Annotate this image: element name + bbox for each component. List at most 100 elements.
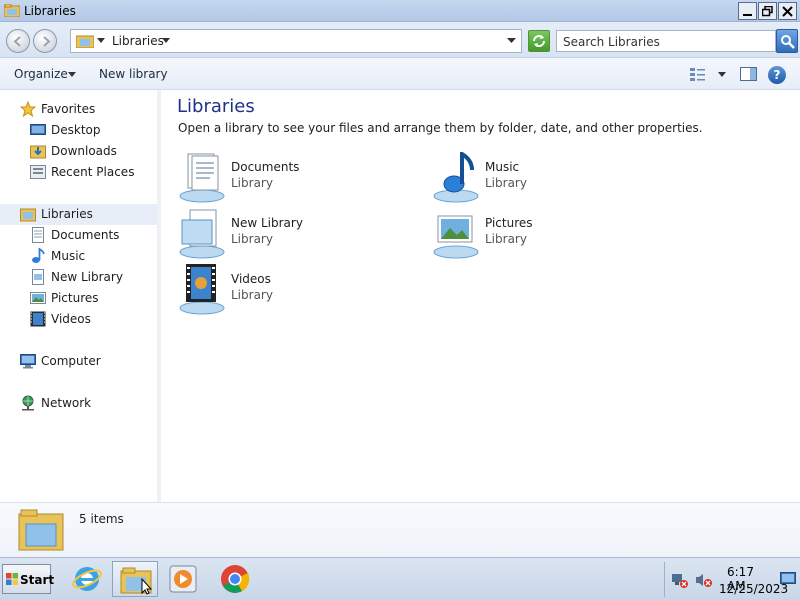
- libraries-icon: [20, 208, 36, 222]
- library-item-new-library[interactable]: New Library Library: [178, 208, 408, 260]
- help-icon[interactable]: ?: [768, 66, 786, 84]
- taskbar-internet-explorer[interactable]: [64, 561, 110, 597]
- system-tray: 6:17 AM 12/25/2023: [664, 562, 788, 597]
- windows-flag-icon: [6, 573, 18, 585]
- new-library-button[interactable]: New library: [99, 67, 168, 81]
- chevron-down-icon[interactable]: [97, 38, 105, 44]
- organize-menu[interactable]: Organize: [14, 67, 68, 81]
- back-arrow-icon: [13, 36, 21, 47]
- close-button[interactable]: [778, 2, 797, 20]
- library-name: Music: [485, 160, 520, 174]
- refresh-icon: [533, 35, 545, 47]
- address-bar[interactable]: Libraries: [70, 29, 522, 53]
- restore-button[interactable]: [758, 2, 777, 20]
- sidebar-item-label: New Library: [51, 270, 123, 284]
- close-icon: [782, 6, 793, 17]
- library-type: Library: [485, 176, 527, 190]
- taskbar: Start 6:17 AM 12/25/2023: [0, 557, 800, 600]
- chevron-down-icon[interactable]: [162, 38, 170, 44]
- sidebar-item-libraries[interactable]: Libraries: [0, 204, 157, 225]
- sidebar-item-label: Documents: [51, 228, 120, 242]
- search-input[interactable]: Search Libraries: [556, 30, 776, 52]
- library-name: New Library: [231, 216, 303, 230]
- library-item-music[interactable]: Music Library: [432, 152, 662, 204]
- library-type: Library: [231, 288, 273, 302]
- downloads-icon: [30, 145, 46, 159]
- taskbar-chrome[interactable]: [212, 561, 258, 597]
- search-icon: [781, 35, 795, 49]
- sidebar-item-label: Downloads: [51, 144, 117, 158]
- sidebar-item-computer[interactable]: Computer: [0, 351, 157, 372]
- back-button[interactable]: [6, 29, 30, 53]
- refresh-button[interactable]: [528, 30, 550, 52]
- start-button[interactable]: Start: [2, 564, 55, 594]
- sidebar-item-label: Pictures: [51, 291, 99, 305]
- libraries-icon: [4, 4, 20, 17]
- taskbar-media-player[interactable]: [160, 561, 206, 597]
- new-library-icon: [32, 269, 44, 285]
- library-item-documents[interactable]: Documents Library: [178, 152, 408, 204]
- internet-explorer-icon: [72, 567, 102, 591]
- sidebar-item-label: Libraries: [41, 207, 93, 221]
- chrome-icon: [221, 565, 250, 593]
- pictures-library-icon: [433, 215, 479, 259]
- details-pane: 5 items: [0, 502, 800, 557]
- desktop-icon: [30, 124, 46, 135]
- show-desktop-button[interactable]: [778, 562, 798, 597]
- star-icon: [20, 101, 36, 117]
- recent-places-icon: [30, 165, 46, 179]
- restore-icon: [762, 6, 773, 17]
- address-dropdown-icon[interactable]: [507, 38, 516, 44]
- library-name: Pictures: [485, 216, 533, 230]
- command-bar: Organize New library ?: [0, 58, 800, 90]
- change-view-icon[interactable]: [690, 67, 730, 81]
- sidebar-item-label: Music: [51, 249, 86, 263]
- library-type: Library: [231, 232, 273, 246]
- sidebar-item-label: Favorites: [41, 102, 96, 116]
- sidebar-item-favorites[interactable]: Favorites: [0, 99, 157, 120]
- page-subtitle: Open a library to see your files and arr…: [178, 121, 703, 135]
- network-icon: [22, 395, 34, 411]
- start-label: Start: [20, 573, 55, 587]
- search-placeholder: Search Libraries: [563, 35, 660, 49]
- library-item-pictures[interactable]: Pictures Library: [432, 208, 662, 260]
- sidebar-item-music[interactable]: Music: [0, 246, 157, 267]
- search-button[interactable]: [776, 29, 798, 53]
- sidebar-item-videos[interactable]: Videos: [0, 309, 157, 330]
- sidebar-item-label: Computer: [41, 354, 101, 368]
- address-crumb[interactable]: Libraries: [112, 34, 164, 48]
- sidebar-item-network[interactable]: Network: [0, 393, 157, 414]
- videos-library-icon: [179, 264, 225, 315]
- sidebar-item-desktop[interactable]: Desktop: [0, 120, 157, 141]
- pictures-icon: [30, 292, 46, 304]
- sidebar-item-new-library[interactable]: New Library: [0, 267, 157, 288]
- library-item-videos[interactable]: Videos Library: [178, 264, 408, 316]
- windows-explorer-icon: [120, 567, 152, 595]
- network-status-icon[interactable]: [671, 572, 689, 588]
- chevron-down-icon[interactable]: [68, 72, 76, 77]
- library-type: Library: [231, 176, 273, 190]
- music-icon: [32, 248, 45, 263]
- documents-library-icon: [179, 153, 225, 203]
- minimize-icon: [743, 14, 752, 16]
- sidebar-item-recent-places[interactable]: Recent Places: [0, 162, 157, 183]
- show-desktop-icon: [780, 572, 796, 584]
- library-type: Library: [485, 232, 527, 246]
- forward-button[interactable]: [33, 29, 57, 53]
- taskbar-windows-explorer[interactable]: [112, 561, 158, 597]
- sidebar-item-pictures[interactable]: Pictures: [0, 288, 157, 309]
- sidebar-item-documents[interactable]: Documents: [0, 225, 157, 246]
- sidebar-item-label: Recent Places: [51, 165, 135, 179]
- page-title: Libraries: [177, 96, 255, 117]
- preview-pane-icon[interactable]: [740, 67, 758, 82]
- forward-arrow-icon: [43, 36, 51, 47]
- volume-muted-icon[interactable]: [695, 572, 713, 588]
- minimize-button[interactable]: [738, 2, 757, 20]
- new-library-icon: [179, 209, 225, 259]
- library-name: Videos: [231, 272, 271, 286]
- item-count: 5 items: [79, 512, 124, 526]
- title-bar: Libraries: [0, 0, 800, 22]
- sidebar-item-label: Desktop: [51, 123, 101, 137]
- sidebar-item-downloads[interactable]: Downloads: [0, 141, 157, 162]
- libraries-icon: [76, 35, 94, 48]
